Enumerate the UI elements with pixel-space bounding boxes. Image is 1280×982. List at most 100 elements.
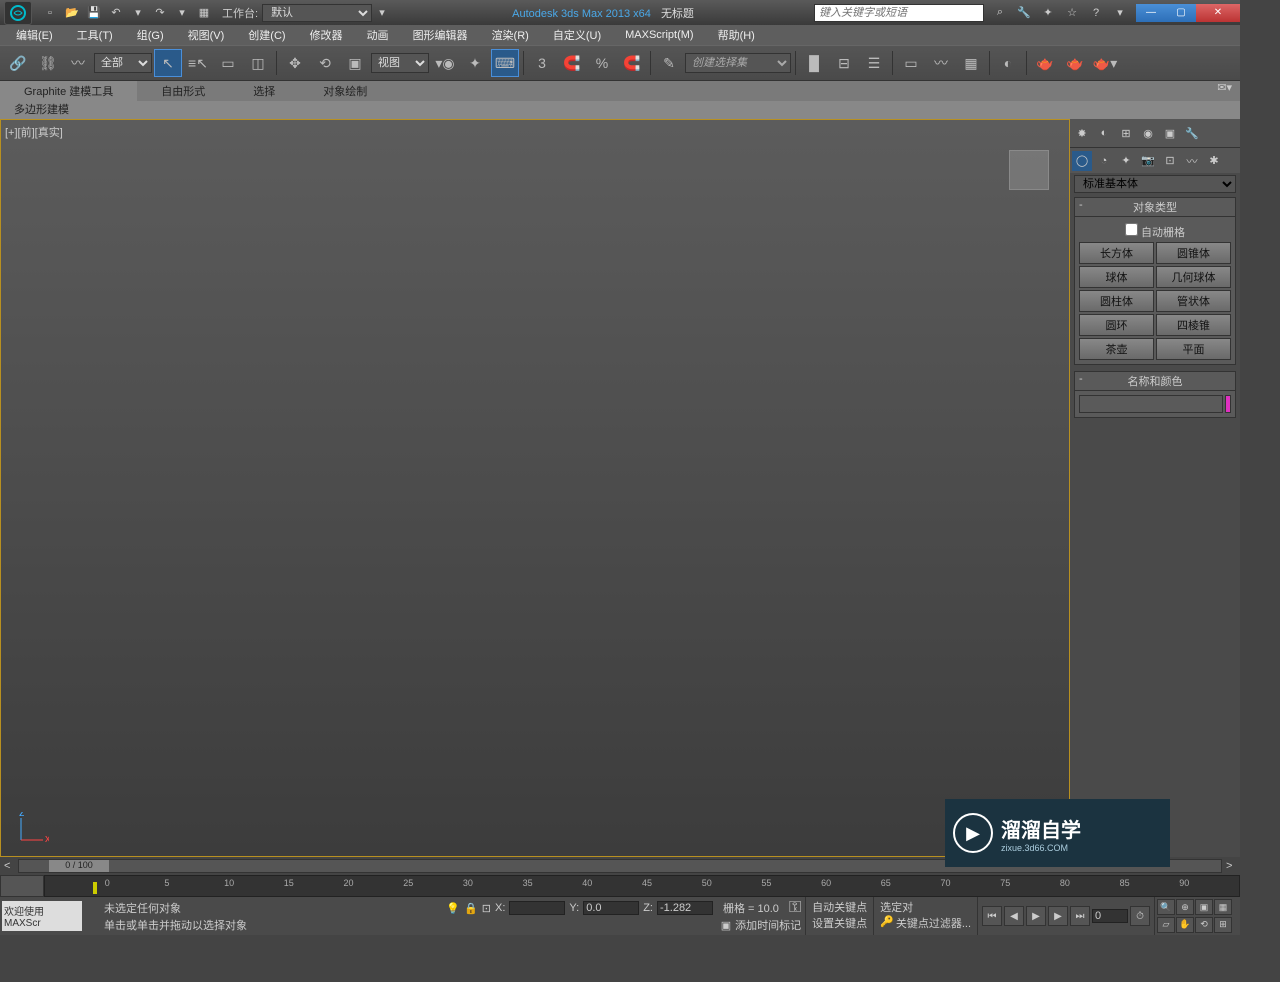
named-selection-edit-icon[interactable]: ✎ (655, 49, 683, 77)
track-bar[interactable]: 0 5 10 15 20 25 30 35 40 45 50 55 60 65 … (0, 875, 1240, 897)
move-icon[interactable]: ✥ (281, 49, 309, 77)
redo-icon[interactable]: ↷ (150, 3, 170, 23)
undo-icon[interactable]: ↶ (106, 3, 126, 23)
search-icon[interactable]: ⌕ (990, 3, 1010, 23)
lock-selection-icon[interactable]: 🔒 (464, 902, 478, 915)
snap-toggle-icon[interactable]: 3 (528, 49, 556, 77)
goto-end-icon[interactable]: ⏭ (1070, 906, 1090, 926)
save-icon[interactable]: 💾 (84, 3, 104, 23)
ribbon-toggle-icon[interactable]: ▭ (897, 49, 925, 77)
select-manipulate-icon[interactable]: ✦ (461, 49, 489, 77)
menu-maxscript[interactable]: MAXScript(M) (613, 27, 705, 43)
create-panel-icon[interactable]: ✸ (1072, 123, 1092, 143)
btn-geosphere[interactable]: 几何球体 (1156, 266, 1231, 288)
percent-snap-icon[interactable]: % (588, 49, 616, 77)
unlink-icon[interactable]: ⛓ (34, 49, 62, 77)
ribbon-collapse-icon[interactable]: ✉▾ (1209, 81, 1240, 101)
named-selection-set[interactable]: 创建选择集 (685, 53, 791, 73)
close-button[interactable]: ✕ (1196, 4, 1240, 22)
render-frame-icon[interactable]: 🫖 (1061, 49, 1089, 77)
zoom-extents-icon[interactable]: ▣ (1195, 899, 1213, 915)
ribbon-tab-selection[interactable]: 选择 (229, 81, 299, 101)
menu-edit[interactable]: 编辑(E) (4, 25, 65, 45)
maximize-viewport-icon[interactable]: ⊞ (1214, 917, 1232, 933)
ribbon-panel-polymodel[interactable]: 多边形建模 (6, 101, 77, 119)
btn-box[interactable]: 长方体 (1079, 242, 1154, 264)
redo-drop-icon[interactable]: ▾ (172, 3, 192, 23)
menu-animation[interactable]: 动画 (355, 25, 401, 45)
minimize-button[interactable]: — (1136, 4, 1166, 22)
systems-icon[interactable]: ✱ (1204, 151, 1224, 171)
select-region-rect-icon[interactable]: ▭ (214, 49, 242, 77)
menu-create[interactable]: 创建(C) (236, 25, 297, 45)
ribbon-tab-freeform[interactable]: 自由形式 (137, 81, 229, 101)
set-key-button[interactable]: 设置关键点 (812, 915, 867, 931)
y-coord-input[interactable] (583, 901, 639, 915)
new-icon[interactable]: ▫ (40, 3, 60, 23)
link-icon[interactable]: 🔗 (4, 49, 32, 77)
maximize-button[interactable]: ▢ (1166, 4, 1196, 22)
shapes-icon[interactable]: ◔ (1094, 151, 1114, 171)
menu-help[interactable]: 帮助(H) (706, 25, 767, 45)
object-name-input[interactable] (1079, 395, 1223, 413)
utilities-panel-icon[interactable]: 🔧 (1182, 123, 1202, 143)
viewport-front[interactable]: [+][前][真实] zx (0, 119, 1070, 857)
pivot-center-icon[interactable]: ▾◉ (431, 49, 459, 77)
menu-modifiers[interactable]: 修改器 (298, 25, 355, 45)
isolate-icon[interactable]: ⊡ (482, 902, 491, 915)
subscription-icon[interactable]: ✦ (1038, 3, 1058, 23)
cameras-icon[interactable]: 📷 (1138, 151, 1158, 171)
menu-group[interactable]: 组(G) (125, 25, 176, 45)
display-panel-icon[interactable]: ▣ (1160, 123, 1180, 143)
select-by-name-icon[interactable]: ≡↖ (184, 49, 212, 77)
time-tag-key-icon[interactable]: ⚿ (789, 899, 801, 917)
ref-coord-system[interactable]: 视图 (371, 53, 429, 73)
geometry-category[interactable]: 标准基本体 (1074, 175, 1236, 193)
mirror-icon[interactable]: ▐▌ (800, 49, 828, 77)
btn-torus[interactable]: 圆环 (1079, 314, 1154, 336)
trackbar-ruler[interactable]: 0 5 10 15 20 25 30 35 40 45 50 55 60 65 … (44, 875, 1240, 897)
help-drop-icon[interactable]: ▾ (1110, 3, 1130, 23)
btn-teapot[interactable]: 茶壶 (1079, 338, 1154, 360)
selection-filter[interactable]: 全部 (94, 53, 152, 73)
render-setup-icon[interactable]: 🫖 (1031, 49, 1059, 77)
ribbon-tab-graphite[interactable]: Graphite 建模工具 (0, 81, 137, 101)
angle-snap-icon[interactable]: 🧲 (558, 49, 586, 77)
next-frame-icon[interactable]: ▶ (1048, 906, 1068, 926)
align-icon[interactable]: ⊟ (830, 49, 858, 77)
motion-panel-icon[interactable]: ◉ (1138, 123, 1158, 143)
viewport-label[interactable]: [+][前][真实] (5, 124, 63, 140)
z-coord-input[interactable] (657, 901, 713, 915)
add-time-tag[interactable]: 添加时间标记 (735, 917, 801, 933)
hierarchy-panel-icon[interactable]: ⊞ (1116, 123, 1136, 143)
lock-icon[interactable]: 💡 (446, 902, 460, 915)
zoom-all-icon[interactable]: ⊕ (1176, 899, 1194, 915)
workspace-drop-icon[interactable]: ▾ (372, 3, 392, 23)
fov-icon[interactable]: ▱ (1157, 917, 1175, 933)
rollout-name-color[interactable]: -名称和颜色 (1074, 371, 1236, 391)
object-color-swatch[interactable] (1225, 395, 1231, 413)
key-filters-button[interactable]: 关键点过滤器... (896, 915, 971, 931)
viewcube-icon[interactable] (1009, 150, 1049, 190)
menu-views[interactable]: 视图(V) (176, 25, 237, 45)
current-frame-input[interactable] (1092, 909, 1128, 923)
render-production-icon[interactable]: 🫖▾ (1091, 49, 1119, 77)
btn-cone[interactable]: 圆锥体 (1156, 242, 1231, 264)
app-menu-icon[interactable] (4, 1, 32, 25)
project-icon[interactable]: ▦ (194, 3, 214, 23)
select-window-crossing-icon[interactable]: ◫ (244, 49, 272, 77)
x-coord-input[interactable] (509, 901, 565, 915)
spinner-snap-icon[interactable]: 🧲 (618, 49, 646, 77)
modify-panel-icon[interactable]: ◐ (1094, 123, 1114, 143)
helpers-icon[interactable]: ⊡ (1160, 151, 1180, 171)
play-icon[interactable]: ▶ (1026, 906, 1046, 926)
spacewarps-icon[interactable]: 〰 (1182, 151, 1202, 171)
prev-frame-icon[interactable]: ◀ (1004, 906, 1024, 926)
btn-tube[interactable]: 管状体 (1156, 290, 1231, 312)
schematic-view-icon[interactable]: ▦ (957, 49, 985, 77)
set-key-icon[interactable]: 🔑 (880, 915, 894, 931)
time-config-icon[interactable]: ⏱ (1130, 906, 1150, 926)
curve-editor-icon[interactable]: 〰 (927, 49, 955, 77)
material-editor-icon[interactable]: ◐ (994, 49, 1022, 77)
autogrid-checkbox[interactable] (1125, 223, 1138, 236)
